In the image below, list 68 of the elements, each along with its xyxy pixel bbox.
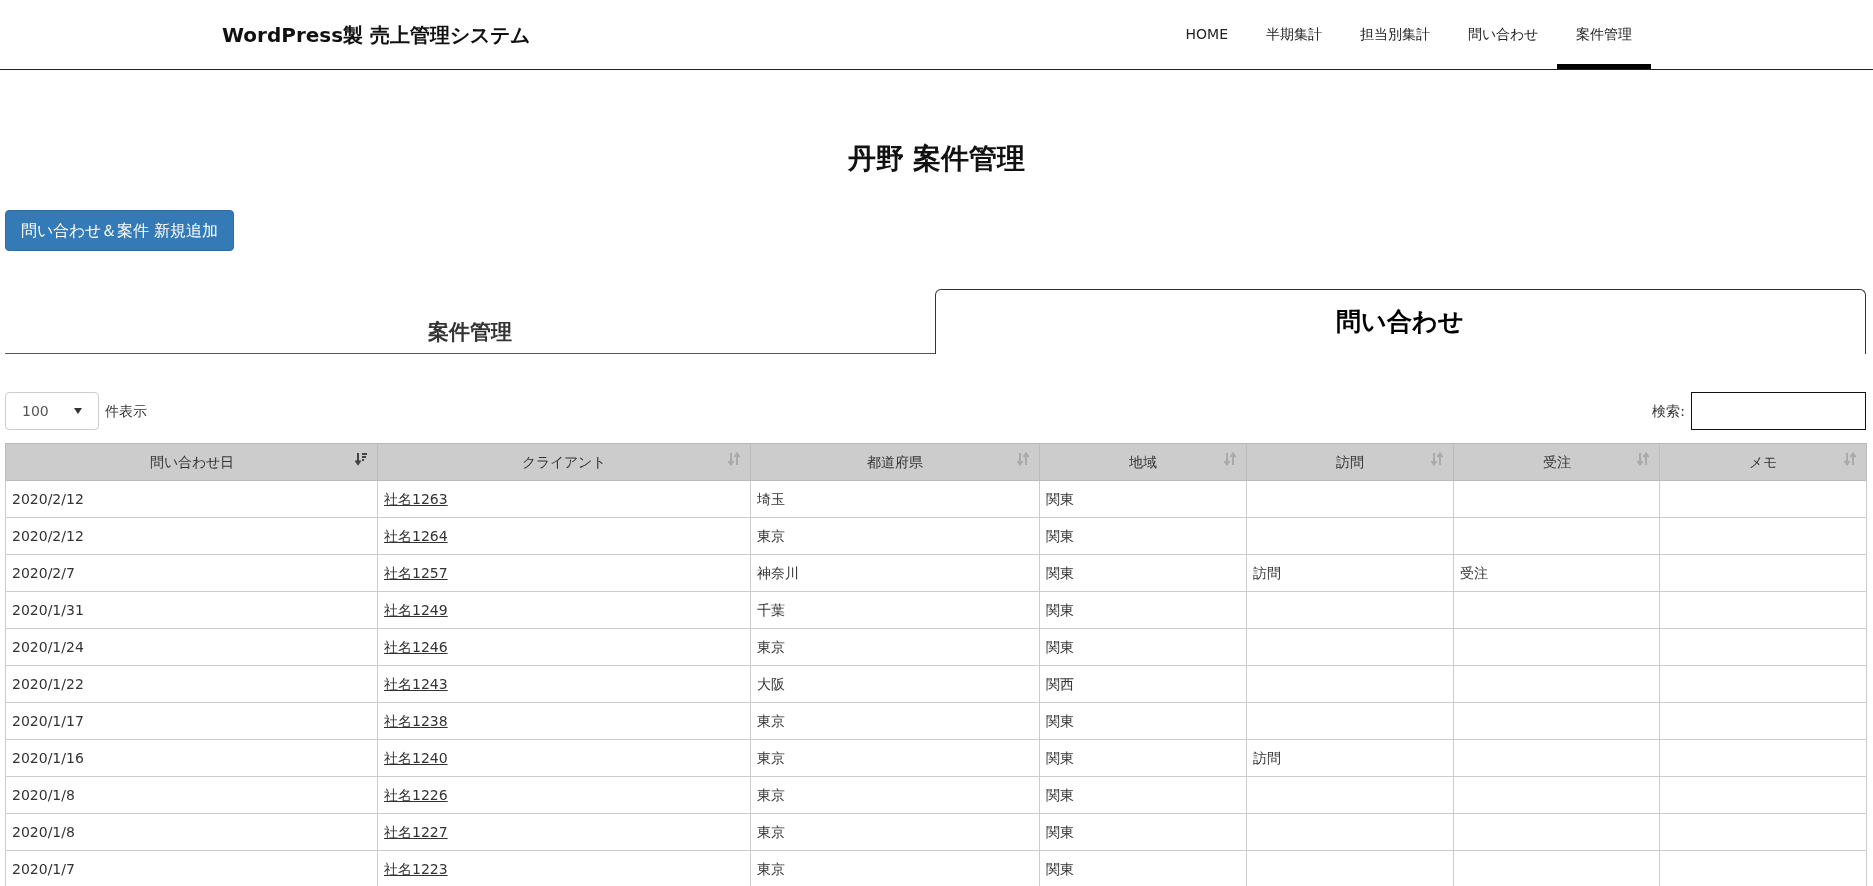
- client-link[interactable]: 社名1249: [384, 601, 448, 618]
- column-header[interactable]: メモ: [1659, 443, 1867, 481]
- client-link[interactable]: 社名1243: [384, 675, 448, 692]
- table-cell: 関東: [1046, 786, 1074, 803]
- client-link[interactable]: 社名1238: [384, 712, 448, 729]
- table-cell: 2020/1/31: [12, 601, 84, 618]
- table-cell: 2020/1/7: [12, 860, 75, 877]
- table-cell: 2020/2/12: [12, 527, 84, 544]
- table-cell: 2020/1/8: [12, 823, 75, 840]
- table-cell: 2020/2/12: [12, 490, 84, 507]
- nav-link[interactable]: 担当別集計: [1341, 0, 1449, 69]
- add-button[interactable]: 問い合わせ＆案件 新規追加: [5, 210, 235, 251]
- table-cell: 関東: [1046, 712, 1074, 729]
- tab[interactable]: 問い合わせ: [934, 289, 1866, 354]
- table-cell: 大阪: [757, 675, 785, 692]
- page-length-label: 件表示: [105, 401, 147, 421]
- column-header[interactable]: 地域: [1039, 443, 1247, 481]
- table-cell: 関東: [1046, 490, 1074, 507]
- table-cell: 2020/1/16: [12, 749, 84, 766]
- table-cell: 関東: [1046, 564, 1074, 581]
- table-cell: 関東: [1046, 823, 1074, 840]
- search-field[interactable]: [1691, 392, 1866, 430]
- table-cell: 東京: [757, 638, 785, 655]
- table-cell: 関東: [1046, 527, 1074, 544]
- table-cell: 関東: [1046, 638, 1074, 655]
- table-cell: 東京: [757, 860, 785, 877]
- site-title: WordPress製 売上管理システム: [222, 21, 531, 49]
- table-cell: 訪問: [1253, 564, 1281, 581]
- client-link[interactable]: 社名1223: [384, 860, 448, 877]
- nav-link[interactable]: 案件管理: [1557, 0, 1651, 69]
- table-cell: 東京: [757, 712, 785, 729]
- client-link[interactable]: 社名1226: [384, 786, 448, 803]
- nav-link[interactable]: 問い合わせ: [1449, 0, 1557, 69]
- table-cell: 2020/1/17: [12, 712, 84, 729]
- client-link[interactable]: 社名1264: [384, 527, 448, 544]
- table-cell: 2020/1/22: [12, 675, 84, 692]
- column-header[interactable]: 問い合わせ日: [5, 443, 378, 481]
- table-cell: 東京: [757, 823, 785, 840]
- table-cell: 東京: [757, 786, 785, 803]
- page-length-select[interactable]: 100: [5, 392, 99, 430]
- table-cell: 2020/1/8: [12, 786, 75, 803]
- column-header[interactable]: 都道府県: [750, 443, 1040, 481]
- column-header[interactable]: 受注: [1453, 443, 1660, 481]
- table-cell: 東京: [757, 527, 785, 544]
- table-cell: 埼玉: [757, 490, 785, 507]
- table-cell: 訪問: [1253, 749, 1281, 766]
- table-cell: 関東: [1046, 860, 1074, 877]
- client-link[interactable]: 社名1257: [384, 564, 448, 581]
- column-header[interactable]: 訪問: [1246, 443, 1454, 481]
- client-link[interactable]: 社名1240: [384, 749, 448, 766]
- nav-link[interactable]: HOME: [1166, 0, 1247, 69]
- column-header[interactable]: クライアント: [377, 443, 751, 481]
- caret-icon: [74, 408, 82, 414]
- table-cell: 神奈川: [757, 564, 799, 581]
- table-cell: 関東: [1046, 601, 1074, 618]
- client-link[interactable]: 社名1227: [384, 823, 448, 840]
- search-label: 検索:: [1652, 401, 1685, 421]
- table-cell: 千葉: [757, 601, 785, 618]
- table-cell: 受注: [1460, 564, 1488, 581]
- table-cell: 2020/2/7: [12, 564, 75, 581]
- table-cell: 関西: [1046, 675, 1074, 692]
- table-cell: 2020/1/24: [12, 638, 84, 655]
- table-cell: 東京: [757, 749, 785, 766]
- page-title: 丹野 案件管理: [847, 141, 1026, 177]
- client-link[interactable]: 社名1246: [384, 638, 448, 655]
- nav-link[interactable]: 半期集計: [1247, 0, 1341, 69]
- client-link[interactable]: 社名1263: [384, 490, 448, 507]
- table-cell: 関東: [1046, 749, 1074, 766]
